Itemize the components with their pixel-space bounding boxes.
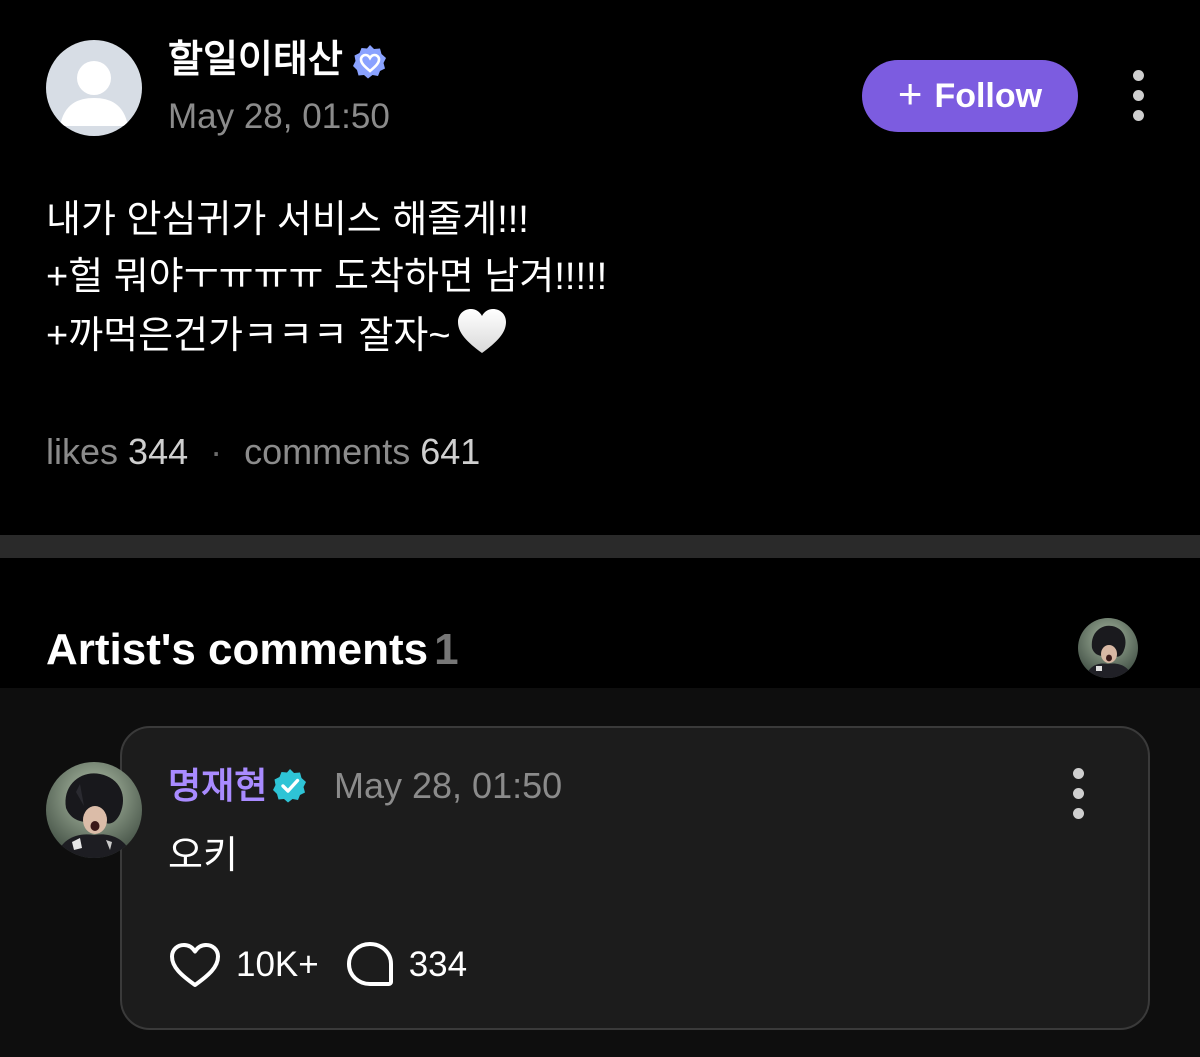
commenter-avatar[interactable] — [46, 762, 142, 858]
author-name[interactable]: 할일이태산 — [168, 36, 343, 84]
follow-label: Follow — [934, 76, 1043, 115]
post-timestamp: May 28, 01:50 — [168, 97, 390, 136]
comments-count[interactable]: 641 — [420, 431, 480, 472]
reply-button[interactable]: 334 — [345, 940, 467, 990]
like-count: 10K+ — [236, 945, 319, 984]
verified-badge-icon — [273, 769, 306, 803]
white-heart-icon — [457, 309, 506, 353]
post-line: 내가 안심귀가 서비스 해줄게!!! — [46, 199, 529, 241]
comment-bubble-icon — [346, 942, 393, 986]
comments-label: comments — [244, 431, 411, 472]
comment-text: 오키 — [168, 835, 238, 877]
artist-comments-label: Artist's comments — [46, 625, 429, 674]
likes-label: likes — [46, 431, 119, 472]
post-content: 내가 안심귀가 서비스 해줄게!!! +헐 뭐야ㅜㅠㅠㅠ 도착하면 남겨!!!!… — [46, 192, 1146, 365]
post-stats: likes 344 · comments 641 — [46, 430, 480, 474]
verified-badge-icon — [353, 45, 386, 79]
comment-more-options-icon[interactable] — [1068, 768, 1088, 819]
default-user-icon — [60, 61, 128, 126]
artist-comments-count: 1 — [434, 625, 459, 674]
plus-icon: + — [897, 70, 923, 117]
post-line-last: +까먹은건가ㅋㅋㅋ 잘자~ — [46, 306, 1146, 365]
comment-timestamp: May 28, 01:50 — [334, 765, 563, 806]
post-line: +까먹은건가ㅋㅋㅋ 잘자~ — [46, 315, 451, 357]
author-avatar[interactable] — [46, 40, 142, 136]
post-header: 할일이태산 May 28, 01:50 + Follow — [0, 0, 1200, 160]
post-line: +헐 뭐야ㅜㅠㅠㅠ 도착하면 남겨!!!!! — [46, 256, 608, 298]
artist-photo-icon — [46, 762, 142, 858]
comment-actions: 10K+ 334 — [168, 940, 467, 990]
section-divider — [0, 535, 1200, 558]
heart-outline-icon — [170, 943, 220, 987]
follow-button[interactable]: + Follow — [862, 60, 1078, 132]
stats-separator: · — [210, 431, 223, 472]
reply-count: 334 — [408, 945, 468, 984]
artist-comments-title: Artist's comments 1 — [46, 624, 459, 676]
artist-avatar-small[interactable] — [1078, 618, 1138, 678]
commenter-name[interactable]: 명재현 — [168, 764, 267, 808]
like-button[interactable]: 10K+ — [168, 941, 319, 989]
more-options-icon[interactable] — [1128, 70, 1148, 121]
likes-count[interactable]: 344 — [128, 431, 188, 472]
artist-photo-icon — [1078, 618, 1138, 678]
